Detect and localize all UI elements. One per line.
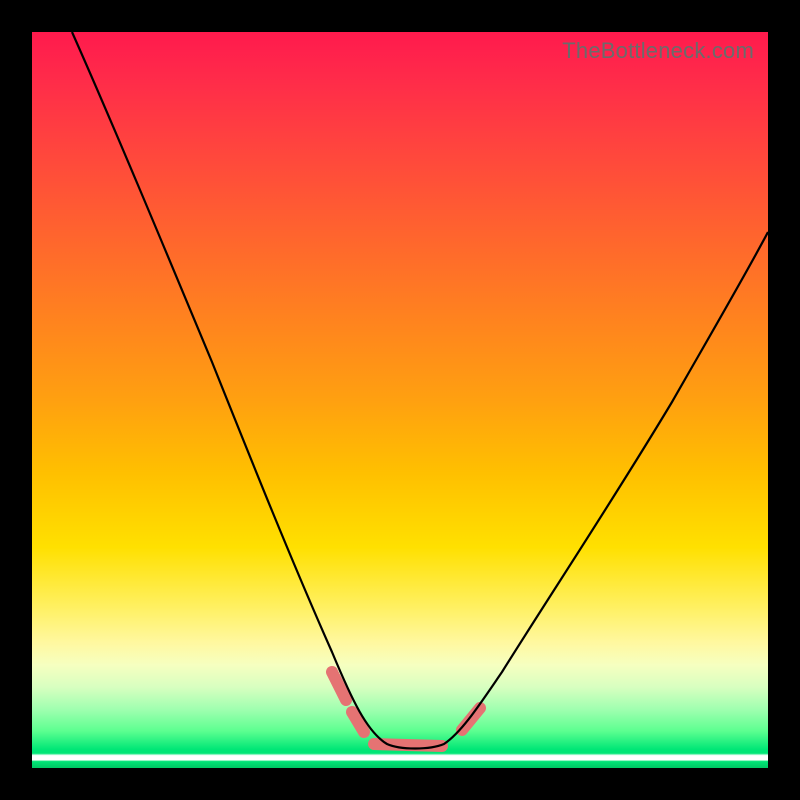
curve-path bbox=[72, 32, 768, 749]
plot-area: TheBottleneck.com bbox=[32, 32, 768, 768]
bottleneck-curve bbox=[32, 32, 768, 768]
watermark-text: TheBottleneck.com bbox=[562, 38, 754, 64]
highlight-markers bbox=[332, 672, 480, 746]
chart-frame: TheBottleneck.com bbox=[0, 0, 800, 800]
